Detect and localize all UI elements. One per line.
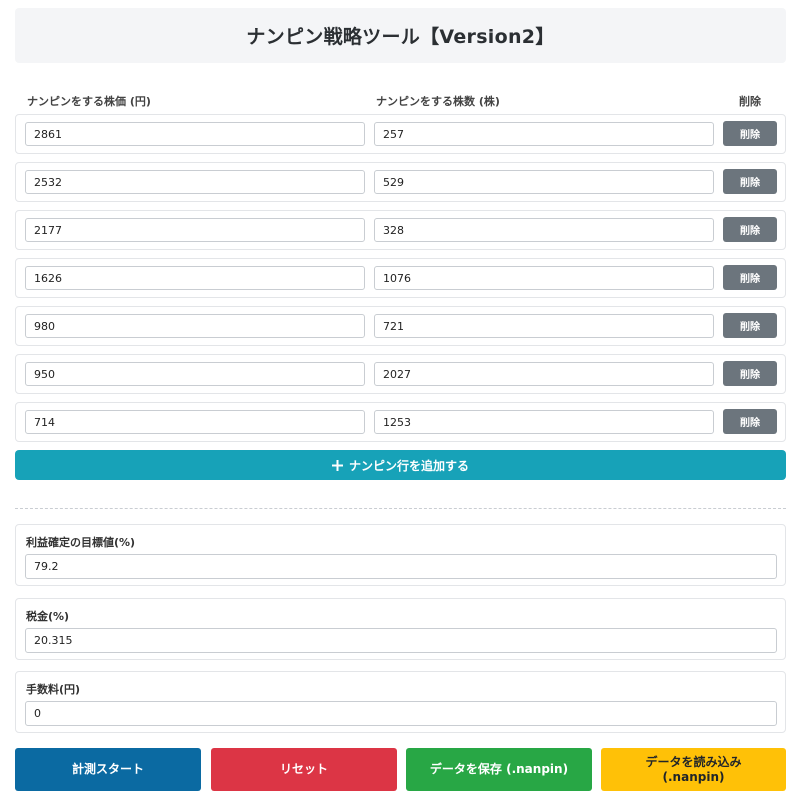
page-title: ナンピン戦略ツール【Version2】 [246, 26, 555, 48]
quantity-input[interactable] [374, 362, 714, 386]
load-data-label: データを読み込み [645, 754, 742, 769]
tax-input[interactable] [25, 628, 777, 653]
fee-input[interactable] [25, 701, 777, 726]
delete-row-button[interactable]: 削除 [723, 217, 777, 242]
quantity-input[interactable] [374, 266, 714, 290]
quantity-input[interactable] [374, 218, 714, 242]
price-input[interactable] [25, 218, 365, 242]
price-input[interactable] [25, 362, 365, 386]
nanpin-row: 削除 [15, 210, 786, 250]
start-button[interactable]: 計測スタート [15, 748, 201, 791]
price-input[interactable] [25, 122, 365, 146]
price-input[interactable] [25, 170, 365, 194]
fee-label: 手数料(円) [26, 683, 81, 696]
load-data-button[interactable]: データを読み込み (.nanpin) [601, 748, 786, 791]
nanpin-row: 削除 [15, 306, 786, 346]
price-input[interactable] [25, 314, 365, 338]
quantity-input[interactable] [374, 122, 714, 146]
nanpin-rows: 削除 削除 削除 削除 削除 削除 削除 [15, 114, 786, 450]
delete-row-button[interactable]: 削除 [723, 361, 777, 386]
title-bar: ナンピン戦略ツール【Version2】 [15, 8, 786, 63]
column-header-price: ナンピンをする株価 (円) [27, 95, 151, 108]
nanpin-row: 削除 [15, 162, 786, 202]
price-input[interactable] [25, 266, 365, 290]
price-input[interactable] [25, 410, 365, 434]
section-divider [15, 508, 786, 509]
target-label: 利益確定の目標値(%) [26, 536, 136, 549]
save-data-button[interactable]: データを保存 (.nanpin) [406, 748, 592, 791]
nanpin-row: 削除 [15, 354, 786, 394]
delete-row-button[interactable]: 削除 [723, 121, 777, 146]
tax-field: 税金(%) [15, 598, 786, 660]
quantity-input[interactable] [374, 314, 714, 338]
action-bar: 計測スタート リセット データを保存 (.nanpin) データを読み込み (.… [15, 748, 786, 791]
delete-row-button[interactable]: 削除 [723, 409, 777, 434]
column-header-delete: 削除 [739, 95, 761, 108]
add-row-label: ナンピン行を追加する [348, 458, 469, 473]
delete-row-button[interactable]: 削除 [723, 169, 777, 194]
delete-row-button[interactable]: 削除 [723, 313, 777, 338]
tax-label: 税金(%) [26, 610, 70, 623]
nanpin-row: 削除 [15, 114, 786, 154]
fee-field: 手数料(円) [15, 671, 786, 733]
quantity-input[interactable] [374, 170, 714, 194]
delete-row-button[interactable]: 削除 [723, 265, 777, 290]
load-data-extension: (.nanpin) [662, 769, 725, 784]
add-row-button[interactable]: ナンピン行を追加する [15, 450, 786, 480]
target-field: 利益確定の目標値(%) [15, 524, 786, 586]
nanpin-row: 削除 [15, 402, 786, 442]
target-input[interactable] [25, 554, 777, 579]
plus-icon [331, 459, 343, 471]
quantity-input[interactable] [374, 410, 714, 434]
column-header-quantity: ナンピンをする株数 (株) [376, 95, 500, 108]
reset-button[interactable]: リセット [211, 748, 397, 791]
nanpin-row: 削除 [15, 258, 786, 298]
